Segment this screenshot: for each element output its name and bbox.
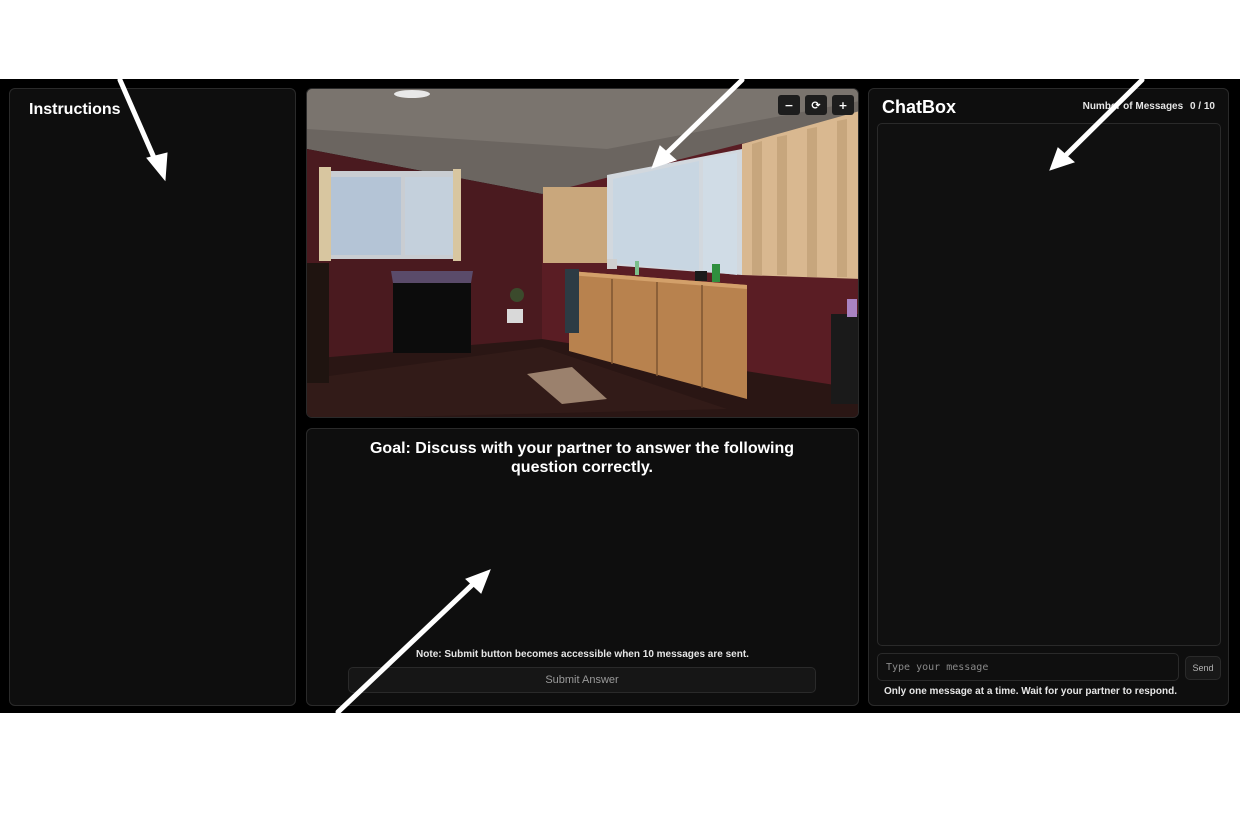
message-input[interactable] (877, 653, 1179, 681)
message-list[interactable] (877, 123, 1221, 646)
message-counter: Number of Messages 0 / 10 (1079, 101, 1215, 112)
reset-view-button[interactable]: ⟳ (805, 95, 827, 115)
chat-hint: Only one message at a time. Wait for you… (884, 686, 1178, 697)
viewer-controls: − ⟳ + (778, 95, 854, 115)
zoom-out-button[interactable]: − (778, 95, 800, 115)
chatbox-title: ChatBox (882, 97, 957, 117)
submit-answer-button[interactable]: Submit Answer (348, 667, 816, 693)
message-counter-label: Number of Messages (1082, 101, 1184, 112)
instructions-panel: Instructions (9, 88, 296, 706)
room-scene-image[interactable] (307, 89, 859, 418)
scene-viewer[interactable]: − ⟳ + (306, 88, 859, 418)
goal-title: Goal: Discuss with your partner to answe… (369, 440, 795, 476)
send-button[interactable]: Send (1185, 656, 1221, 680)
chatbox-panel: ChatBox Number of Messages 0 / 10 Send O… (868, 88, 1229, 706)
message-counter-value: 0 / 10 (1189, 101, 1215, 112)
app-frame: Instructions − ⟳ + Goal: Discuss with yo… (0, 79, 1240, 713)
goal-panel: Goal: Discuss with your partner to answe… (306, 428, 859, 706)
instructions-title: Instructions (29, 101, 121, 118)
submit-note: Note: Submit button becomes accessible w… (416, 649, 749, 660)
zoom-in-button[interactable]: + (832, 95, 854, 115)
